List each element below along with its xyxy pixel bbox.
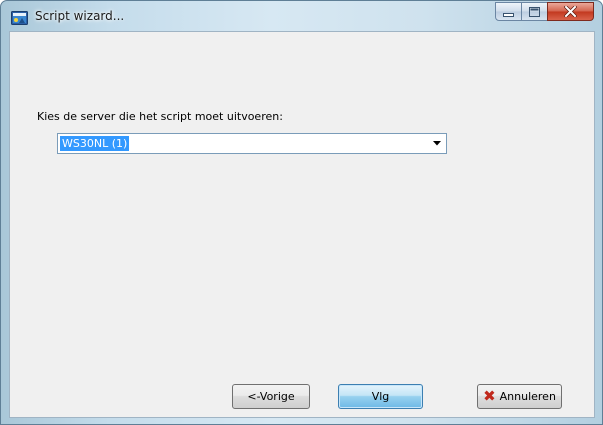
server-select-value: WS30NL (1): [60, 136, 130, 151]
wizard-app-icon[interactable]: [11, 10, 28, 25]
cancel-button-label: Annuleren: [499, 390, 556, 403]
window-title: Script wizard...: [35, 9, 125, 23]
chevron-down-icon[interactable]: [428, 134, 446, 153]
cancel-x-icon: ✖: [483, 387, 496, 405]
close-button[interactable]: [547, 2, 594, 21]
maximize-icon: [529, 2, 540, 21]
minimize-button[interactable]: [495, 2, 522, 21]
close-icon: [563, 2, 578, 21]
cancel-button[interactable]: ✖ Annuleren: [477, 384, 562, 409]
maximize-button[interactable]: [521, 2, 548, 21]
server-prompt-label: Kies de server die het script moet uitvo…: [37, 110, 283, 123]
minimize-icon: [503, 2, 514, 21]
next-button[interactable]: Vlg: [338, 384, 423, 409]
previous-button[interactable]: <-Vorige: [232, 384, 310, 409]
wizard-content-panel: Kies de server die het script moet uitvo…: [9, 31, 595, 418]
server-select[interactable]: WS30NL (1): [57, 133, 447, 154]
title-bar[interactable]: Script wizard...: [1, 1, 602, 31]
script-wizard-window: Script wizard... Kies de server die het …: [0, 0, 603, 425]
